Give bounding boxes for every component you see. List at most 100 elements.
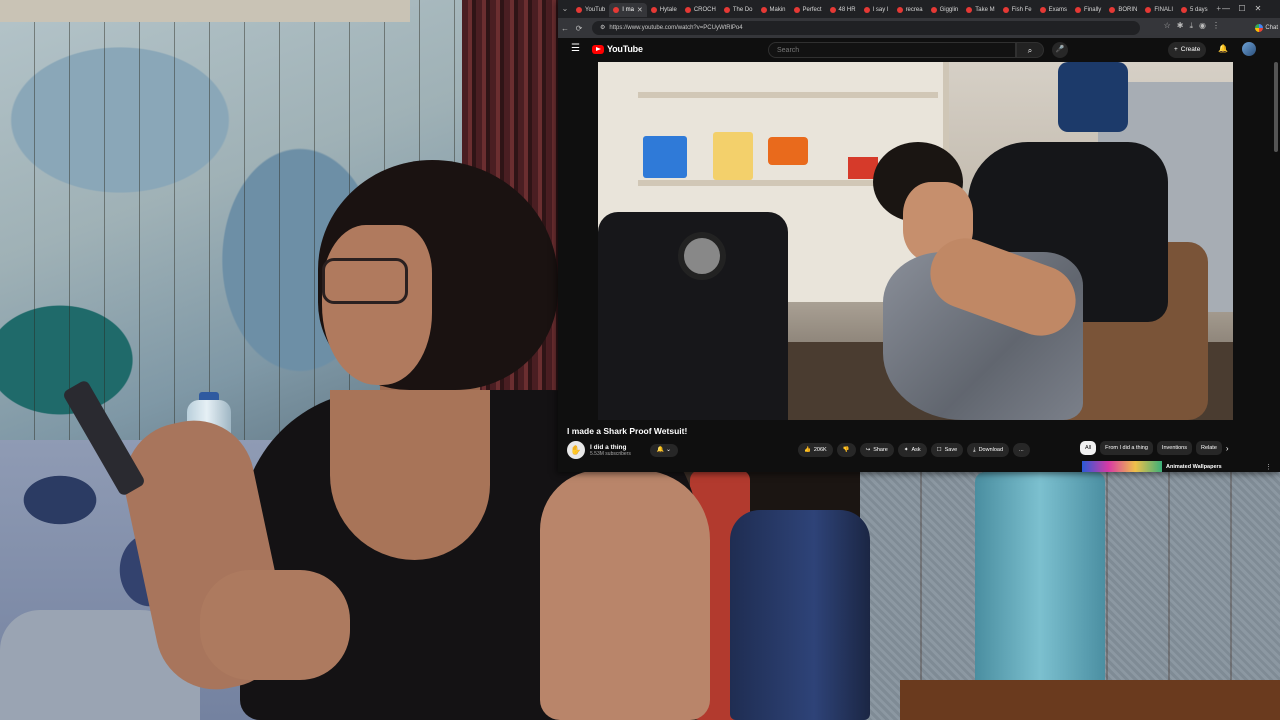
tab-label: I ma [622,7,634,13]
browser-tab[interactable]: Finally [1071,3,1105,17]
tab-label: Gigglin [939,7,959,13]
tab-favicon-icon [1109,7,1116,13]
more-options-icon[interactable]: ⋮ [1265,463,1272,471]
close-window-icon[interactable]: ✕ [1250,0,1266,18]
video-sander-wheel [678,232,726,280]
share-label: Share [873,447,888,453]
share-button[interactable]: ↪ Share [859,443,894,457]
tab-close-icon[interactable]: ✕ [637,6,643,14]
tab-favicon-icon [793,7,800,13]
notifications-bell-icon[interactable]: 🔔 [1218,44,1228,53]
chip-inventions[interactable]: Inventions [1156,441,1192,455]
account-avatar[interactable] [1242,42,1256,56]
tab-list-chevron-icon[interactable]: ⌄ [558,0,572,18]
search-button[interactable]: ⌕ [1016,42,1044,58]
chips-next-chevron-icon[interactable]: › [1226,444,1229,453]
page-scrollbar[interactable] [1274,62,1278,152]
more-actions-button[interactable]: ... [1013,443,1030,457]
bookmark-star-icon[interactable]: ☆ [1164,21,1171,31]
channel-avatar[interactable]: ✋ [567,441,585,459]
tab-favicon-icon [1002,7,1009,13]
channel-subscribers: 5.53M subscribers [590,450,631,457]
related-chips: All From I did a thing Inventions Relate… [1080,441,1229,455]
menu-dots-icon[interactable]: ⋮ [1212,21,1220,31]
tab-favicon-icon [829,7,836,13]
subscribe-notification-button[interactable]: 🔔 ⌄ [650,444,678,457]
voice-search-button[interactable]: 🎤 [1052,42,1068,58]
desk-edge [900,680,1280,720]
chip-all[interactable]: All [1080,441,1097,455]
browser-tab[interactable]: Gigglin [927,3,963,17]
browser-tab[interactable]: Makin [757,3,790,17]
channel-name[interactable]: I did a thing [590,444,631,451]
tab-label: I say I [872,7,889,13]
tab-label: recrea [905,7,923,13]
browser-tab[interactable]: 48 HR [826,3,860,17]
ask-label: Ask [911,447,921,453]
profile-icon[interactable]: ◉ [1199,21,1206,31]
create-label: Create [1180,46,1201,53]
save-icon: ☐ [936,447,942,453]
tab-label: Makin [769,7,786,13]
youtube-logo[interactable]: YouTube [592,44,643,54]
tab-favicon-icon [576,7,582,13]
tab-label: Exams [1048,7,1067,13]
browser-tab[interactable]: I say I [860,3,893,17]
related-video-item[interactable]: Animated Wallpapers ⋮ [1082,461,1272,472]
minimize-icon[interactable]: — [1218,0,1234,18]
tab-favicon-icon [760,7,767,13]
download-icon[interactable]: ⤓ [1189,21,1193,31]
video-player[interactable] [598,62,1233,420]
tab-label: Take M [975,7,995,13]
plus-icon: + [1174,46,1178,53]
browser-tab[interactable]: Perfect [790,3,826,17]
save-button[interactable]: ☐ Save [930,443,964,457]
tab-label: 48 HR [838,7,856,13]
video-blue-box [643,136,687,178]
back-icon[interactable]: ← [558,24,572,33]
video-bucket [713,132,753,180]
create-button[interactable]: + Create [1168,42,1207,58]
tab-favicon-icon [1145,7,1152,13]
browser-tab[interactable]: FINALI [1141,3,1177,17]
like-button[interactable]: 👍 206K [798,443,833,457]
person-hand [200,570,350,680]
ask-button[interactable]: ✦ Ask [897,443,927,457]
tab-favicon-icon [930,7,937,13]
youtube-header: ☰ YouTube Search ⌕ 🎤 + Create 🔔 [558,38,1280,62]
browser-tab[interactable]: BORIN [1105,3,1141,17]
ceiling [0,0,410,22]
browser-tab[interactable]: YouTub [572,3,609,17]
browser-tab[interactable]: Exams [1036,3,1071,17]
browser-tab[interactable]: The Do [720,3,757,17]
chip-from-channel[interactable]: From I did a thing [1100,441,1153,455]
extensions-icon[interactable]: ✱ [1177,21,1184,31]
video-title: I made a Shark Proof Wetsuit! [567,426,688,436]
search-input[interactable]: Search [768,42,1016,58]
tabs: YouTub I ma ✕ Hytale CROCH The Do Makin Perfect… [572,1,1212,17]
gaming-chair [730,510,870,720]
maximize-icon[interactable]: ☐ [1234,0,1250,18]
save-label: Save [944,447,958,453]
related-video-thumbnail [1082,461,1162,472]
browser-tab[interactable]: I ma ✕ [609,3,647,17]
site-info-icon[interactable]: ⚙ [600,21,605,35]
tab-favicon-icon [1039,7,1046,13]
dislike-button[interactable]: 👎 [836,443,856,457]
browser-tab[interactable]: recrea [893,3,927,17]
tab-favicon-icon [650,7,657,13]
browser-tab[interactable]: Fish Fe [999,3,1036,17]
browser-tab[interactable]: Take M [962,3,998,17]
menu-icon[interactable]: ☰ [571,43,580,54]
browser-tab[interactable]: CROCH [681,3,720,17]
chat-button[interactable]: Chat [1255,21,1278,35]
ask-icon: ✦ [903,447,909,453]
reload-icon[interactable]: ⟳ [572,24,586,33]
address-bar-row: ← ⟳ ⚙ https://www.youtube.com/watch?v=PC… [558,18,1280,38]
browser-tab[interactable]: 5 days [1177,3,1212,17]
browser-tab[interactable]: Hytale [647,3,681,17]
chip-related[interactable]: Relate [1196,441,1222,455]
glasses [322,258,408,304]
url-field[interactable]: ⚙ https://www.youtube.com/watch?v=PCUyWt… [592,21,1140,35]
download-button[interactable]: ⤓ Download [967,443,1010,457]
